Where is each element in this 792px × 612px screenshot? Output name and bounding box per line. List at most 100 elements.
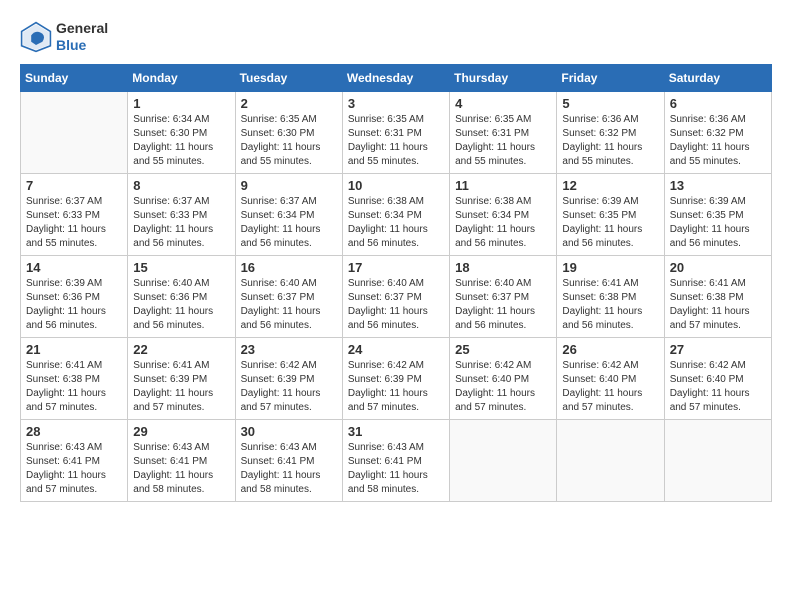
day-number: 15 <box>133 260 229 275</box>
calendar-cell: 31 Sunrise: 6:43 AM Sunset: 6:41 PM Dayli… <box>342 419 449 501</box>
day-info: Sunrise: 6:39 AM Sunset: 6:35 PM Dayligh… <box>562 195 658 251</box>
calendar-cell: 11 Sunrise: 6:38 AM Sunset: 6:34 PM Dayli… <box>450 173 557 255</box>
day-info: Sunrise: 6:35 AM Sunset: 6:31 PM Dayligh… <box>348 113 444 169</box>
day-number: 11 <box>455 178 551 193</box>
day-number: 29 <box>133 424 229 439</box>
logo-line1: General <box>56 20 108 37</box>
day-number: 28 <box>26 424 122 439</box>
calendar-body: 1 Sunrise: 6:34 AM Sunset: 6:30 PM Daylig… <box>21 91 772 501</box>
day-number: 3 <box>348 96 444 111</box>
calendar-cell: 26Sunrise: 6:42 AM Sunset: 6:40 PM Dayli… <box>557 337 664 419</box>
calendar-cell: 8 Sunrise: 6:37 AM Sunset: 6:33 PM Daylig… <box>128 173 235 255</box>
calendar-cell: 7Sunrise: 6:37 AM Sunset: 6:33 PM Daylig… <box>21 173 128 255</box>
day-info: Sunrise: 6:42 AM Sunset: 6:40 PM Dayligh… <box>562 359 658 415</box>
day-number: 27 <box>670 342 766 357</box>
calendar-cell: 19 Sunrise: 6:41 AM Sunset: 6:38 PM Dayli… <box>557 255 664 337</box>
calendar-cell: 12 Sunrise: 6:39 AM Sunset: 6:35 PM Dayli… <box>557 173 664 255</box>
day-info: Sunrise: 6:42 AM Sunset: 6:40 PM Dayligh… <box>670 359 766 415</box>
day-info: Sunrise: 6:37 AM Sunset: 6:33 PM Dayligh… <box>133 195 229 251</box>
day-info: Sunrise: 6:35 AM Sunset: 6:30 PM Dayligh… <box>241 113 337 169</box>
day-info: Sunrise: 6:43 AM Sunset: 6:41 PM Dayligh… <box>348 441 444 497</box>
day-info: Sunrise: 6:41 AM Sunset: 6:38 PM Dayligh… <box>562 277 658 333</box>
day-number: 9 <box>241 178 337 193</box>
day-number: 1 <box>133 96 229 111</box>
day-number: 19 <box>562 260 658 275</box>
calendar-cell: 13 Sunrise: 6:39 AM Sunset: 6:35 PM Dayli… <box>664 173 771 255</box>
calendar-week-row: 28 Sunrise: 6:43 AM Sunset: 6:41 PM Dayli… <box>21 419 772 501</box>
calendar-cell <box>664 419 771 501</box>
day-info: Sunrise: 6:35 AM Sunset: 6:31 PM Dayligh… <box>455 113 551 169</box>
day-info: Sunrise: 6:34 AM Sunset: 6:30 PM Dayligh… <box>133 113 229 169</box>
day-info: Sunrise: 6:40 AM Sunset: 6:37 PM Dayligh… <box>348 277 444 333</box>
calendar-cell: 18Sunrise: 6:40 AM Sunset: 6:37 PM Dayli… <box>450 255 557 337</box>
calendar-cell: 9 Sunrise: 6:37 AM Sunset: 6:34 PM Daylig… <box>235 173 342 255</box>
calendar-cell: 2 Sunrise: 6:35 AM Sunset: 6:30 PM Daylig… <box>235 91 342 173</box>
calendar-cell <box>450 419 557 501</box>
day-info: Sunrise: 6:42 AM Sunset: 6:39 PM Dayligh… <box>348 359 444 415</box>
calendar-cell: 3 Sunrise: 6:35 AM Sunset: 6:31 PM Daylig… <box>342 91 449 173</box>
day-info: Sunrise: 6:38 AM Sunset: 6:34 PM Dayligh… <box>455 195 551 251</box>
day-number: 21 <box>26 342 122 357</box>
day-info: Sunrise: 6:36 AM Sunset: 6:32 PM Dayligh… <box>562 113 658 169</box>
page-header: General Blue <box>20 20 772 54</box>
day-number: 13 <box>670 178 766 193</box>
weekday-header-tuesday: Tuesday <box>235 64 342 91</box>
day-number: 22 <box>133 342 229 357</box>
calendar-cell: 10 Sunrise: 6:38 AM Sunset: 6:34 PM Dayli… <box>342 173 449 255</box>
day-info: Sunrise: 6:39 AM Sunset: 6:35 PM Dayligh… <box>670 195 766 251</box>
calendar-cell: 28 Sunrise: 6:43 AM Sunset: 6:41 PM Dayli… <box>21 419 128 501</box>
day-number: 16 <box>241 260 337 275</box>
calendar-cell: 22 Sunrise: 6:41 AM Sunset: 6:39 PM Dayli… <box>128 337 235 419</box>
day-info: Sunrise: 6:40 AM Sunset: 6:37 PM Dayligh… <box>455 277 551 333</box>
weekday-header-wednesday: Wednesday <box>342 64 449 91</box>
weekday-header-saturday: Saturday <box>664 64 771 91</box>
day-number: 17 <box>348 260 444 275</box>
day-number: 2 <box>241 96 337 111</box>
calendar-cell <box>557 419 664 501</box>
calendar-cell <box>21 91 128 173</box>
calendar-table: SundayMondayTuesdayWednesdayThursdayFrid… <box>20 64 772 502</box>
calendar-week-row: 7Sunrise: 6:37 AM Sunset: 6:33 PM Daylig… <box>21 173 772 255</box>
calendar-cell: 30 Sunrise: 6:43 AM Sunset: 6:41 PM Dayli… <box>235 419 342 501</box>
day-info: Sunrise: 6:37 AM Sunset: 6:34 PM Dayligh… <box>241 195 337 251</box>
calendar-cell: 21 Sunrise: 6:41 AM Sunset: 6:38 PM Dayli… <box>21 337 128 419</box>
calendar-cell: 20 Sunrise: 6:41 AM Sunset: 6:38 PM Dayli… <box>664 255 771 337</box>
day-info: Sunrise: 6:41 AM Sunset: 6:38 PM Dayligh… <box>670 277 766 333</box>
calendar-cell: 6 Sunrise: 6:36 AM Sunset: 6:32 PM Daylig… <box>664 91 771 173</box>
day-info: Sunrise: 6:38 AM Sunset: 6:34 PM Dayligh… <box>348 195 444 251</box>
day-number: 20 <box>670 260 766 275</box>
day-info: Sunrise: 6:43 AM Sunset: 6:41 PM Dayligh… <box>26 441 122 497</box>
calendar-cell: 16 Sunrise: 6:40 AM Sunset: 6:37 PM Dayli… <box>235 255 342 337</box>
day-number: 8 <box>133 178 229 193</box>
logo-line2: Blue <box>56 37 108 54</box>
calendar-cell: 17 Sunrise: 6:40 AM Sunset: 6:37 PM Dayli… <box>342 255 449 337</box>
calendar-week-row: 1 Sunrise: 6:34 AM Sunset: 6:30 PM Daylig… <box>21 91 772 173</box>
logo: General Blue <box>20 20 108 54</box>
day-number: 12 <box>562 178 658 193</box>
weekday-header-monday: Monday <box>128 64 235 91</box>
weekday-header-friday: Friday <box>557 64 664 91</box>
calendar-week-row: 21 Sunrise: 6:41 AM Sunset: 6:38 PM Dayli… <box>21 337 772 419</box>
calendar-header: SundayMondayTuesdayWednesdayThursdayFrid… <box>21 64 772 91</box>
weekday-header-thursday: Thursday <box>450 64 557 91</box>
day-number: 31 <box>348 424 444 439</box>
day-info: Sunrise: 6:40 AM Sunset: 6:37 PM Dayligh… <box>241 277 337 333</box>
day-number: 14 <box>26 260 122 275</box>
weekday-header-row: SundayMondayTuesdayWednesdayThursdayFrid… <box>21 64 772 91</box>
day-number: 6 <box>670 96 766 111</box>
day-info: Sunrise: 6:36 AM Sunset: 6:32 PM Dayligh… <box>670 113 766 169</box>
day-number: 5 <box>562 96 658 111</box>
logo-icon <box>20 21 52 53</box>
day-number: 23 <box>241 342 337 357</box>
day-info: Sunrise: 6:37 AM Sunset: 6:33 PM Dayligh… <box>26 195 122 251</box>
day-number: 4 <box>455 96 551 111</box>
day-number: 24 <box>348 342 444 357</box>
calendar-cell: 23Sunrise: 6:42 AM Sunset: 6:39 PM Dayli… <box>235 337 342 419</box>
day-number: 10 <box>348 178 444 193</box>
calendar-cell: 27 Sunrise: 6:42 AM Sunset: 6:40 PM Dayli… <box>664 337 771 419</box>
calendar-cell: 24 Sunrise: 6:42 AM Sunset: 6:39 PM Dayli… <box>342 337 449 419</box>
day-info: Sunrise: 6:43 AM Sunset: 6:41 PM Dayligh… <box>241 441 337 497</box>
day-number: 30 <box>241 424 337 439</box>
day-info: Sunrise: 6:41 AM Sunset: 6:38 PM Dayligh… <box>26 359 122 415</box>
day-info: Sunrise: 6:41 AM Sunset: 6:39 PM Dayligh… <box>133 359 229 415</box>
